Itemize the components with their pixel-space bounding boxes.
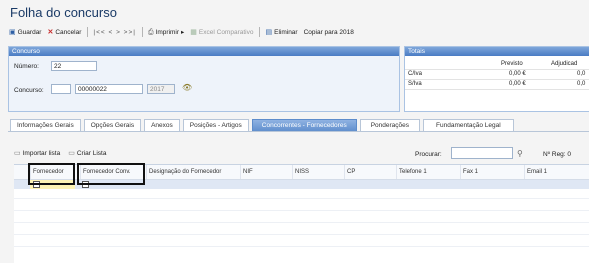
record-count: Nº Reg: 0 xyxy=(543,151,572,158)
grid-line xyxy=(14,210,589,211)
concurso-prefix-input[interactable] xyxy=(51,84,71,94)
dropdown-arrow-icon: ▸ xyxy=(181,29,185,36)
totais-row-label: S/Iva xyxy=(408,81,422,87)
grid-line xyxy=(14,234,589,235)
column-email[interactable]: Email 1 xyxy=(524,165,589,179)
excel-comparativo-button[interactable]: ▦ Excel Comparativo xyxy=(190,29,253,36)
concurso-panel: Concurso Número: 22 Concurso: 00000022 2… xyxy=(8,46,400,112)
column-niss[interactable]: NISS xyxy=(292,165,342,179)
concurso-label: Concurso: xyxy=(14,87,44,94)
totais-panel: Totais Previsto Adjudicad C/Iva 0,00 € 0… xyxy=(404,46,589,112)
highlight-box-fornecedor-conv xyxy=(77,163,145,185)
import-icon: ▭ xyxy=(14,150,21,157)
print-label: Imprimir xyxy=(155,28,180,36)
totais-adjudicado-value: 0,0 xyxy=(577,81,586,87)
import-list-button[interactable]: ▭ Importar lista xyxy=(14,150,60,157)
delete-label: Eliminar xyxy=(274,28,298,36)
excel-label: Excel Comparativo xyxy=(198,28,254,36)
totais-row-label: C/Iva xyxy=(408,71,423,77)
toolbar-divider xyxy=(141,27,143,37)
totais-previsto-value: 0,00 € xyxy=(509,71,526,77)
cancel-button[interactable]: ✕ Cancelar xyxy=(47,29,81,36)
concurso-body: Número: 22 Concurso: 00000022 2017 👁 xyxy=(9,56,399,111)
previsto-column: Previsto xyxy=(501,61,523,67)
numero-label: Número: xyxy=(14,63,39,70)
grid-line xyxy=(14,222,589,223)
numero-input[interactable]: 22 xyxy=(51,61,97,71)
totais-previsto-value: 0,00 € xyxy=(509,81,526,87)
toolbar-divider xyxy=(259,27,261,37)
highlight-box-fornecedor xyxy=(28,163,75,185)
totais-header-row: Previsto Adjudicad xyxy=(405,60,589,70)
search-input[interactable] xyxy=(451,147,513,159)
concurso-header: Concurso xyxy=(9,47,399,56)
create-list-button[interactable]: ▭ Criar Lista xyxy=(68,150,106,157)
delete-icon: ▤ xyxy=(265,28,273,36)
list-toolbar: ▭ Importar lista ▭ Criar Lista xyxy=(14,150,114,157)
copy-label: Copiar para 2018 xyxy=(303,28,354,36)
main-toolbar: ▣ Guardar ✕ Cancelar |<< < > >>| ⎙ Impri… xyxy=(9,26,360,38)
page: Folha do concurso ▣ Guardar ✕ Cancelar |… xyxy=(0,0,589,263)
search-label: Procurar: xyxy=(415,151,442,158)
create-list-label: Criar Lista xyxy=(76,150,107,157)
totais-header: Totais xyxy=(405,47,589,56)
print-button[interactable]: ⎙ Imprimir ▸ xyxy=(147,28,185,37)
delete-button[interactable]: ▤ Eliminar xyxy=(265,29,297,36)
adjudicado-column: Adjudicad xyxy=(551,61,578,67)
tab-underline xyxy=(8,131,589,132)
totais-row-siva: S/Iva 0,00 € 0,0 xyxy=(405,80,589,90)
save-label: Guardar xyxy=(17,28,42,36)
close-icon: ✕ xyxy=(47,28,54,36)
column-telefone[interactable]: Telefone 1 xyxy=(396,165,460,179)
totais-row-civa: C/Iva 0,00 € 0,0 xyxy=(405,70,589,80)
printer-icon: ⎙ xyxy=(147,28,154,36)
binoculars-icon[interactable]: ⚲ xyxy=(517,149,523,158)
concurso-year-input: 2017 xyxy=(147,84,175,94)
column-cp[interactable]: CP xyxy=(344,165,396,179)
cancel-label: Cancelar xyxy=(55,28,82,36)
save-button[interactable]: ▣ Guardar xyxy=(9,29,41,36)
copy-button[interactable]: Copiar para 2018 xyxy=(304,29,354,36)
grid-line xyxy=(14,246,589,247)
excel-icon: ▦ xyxy=(190,28,197,36)
list-icon: ▭ xyxy=(68,150,75,157)
toolbar-divider xyxy=(87,27,89,37)
totais-adjudicado-value: 0,0 xyxy=(577,71,586,77)
column-fax[interactable]: Fax 1 xyxy=(460,165,524,179)
grid-line xyxy=(14,198,589,199)
import-list-label: Importar lista xyxy=(22,150,61,157)
concurso-code-input[interactable]: 00000022 xyxy=(75,84,143,94)
column-nif[interactable]: NIF xyxy=(240,165,290,179)
window-title: Folha do concurso xyxy=(10,5,117,20)
eye-icon[interactable]: 👁 xyxy=(182,83,192,92)
column-designacao[interactable]: Designação do Fornecedor xyxy=(146,165,238,179)
record-navigation[interactable]: |<< < > >>| xyxy=(93,29,136,36)
disk-icon: ▣ xyxy=(9,28,16,36)
